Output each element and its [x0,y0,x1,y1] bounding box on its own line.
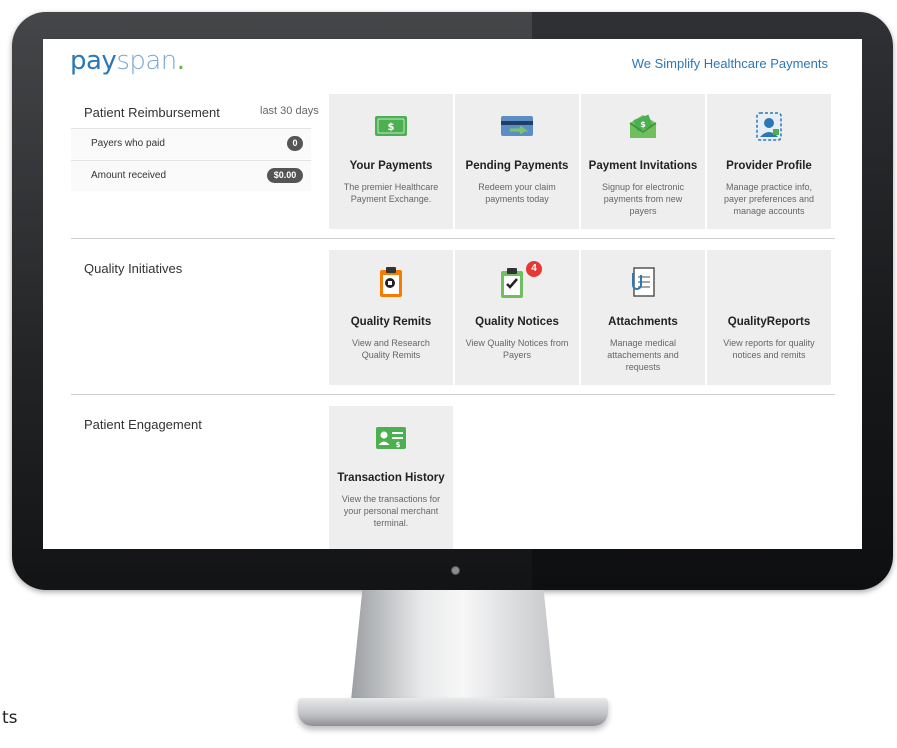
tile-pending-payments[interactable]: Pending Payments Redeem your claim payme… [455,94,579,229]
tagline: We Simplify Healthcare Payments [631,56,828,71]
tile-attachments[interactable]: Attachments Manage medical attachements … [581,250,705,385]
tile-desc: Manage practice info, payer preferences … [723,182,815,216]
money-envelope-icon: $ [581,110,705,142]
section-title-engagement: Patient Engagement [84,417,202,432]
app-header: payspan. We Simplify Healthcare Payments [43,39,862,89]
section-divider [71,238,835,239]
section-title-quality: Quality Initiatives [84,261,183,276]
money-icon: $ [329,110,453,142]
checklist-clipboard-icon [455,266,579,298]
credit-card-icon [455,110,579,142]
payspan-logo[interactable]: payspan. [70,46,185,76]
tile-desc: Manage medical attachements and requests [607,338,679,372]
logo-dot: . [176,46,185,76]
tile-title: Quality Notices [475,316,559,328]
provider-badge-icon [707,110,831,142]
tile-title: Transaction History [337,472,445,484]
metric-badge-amount: $0.00 [267,168,303,183]
tile-title: Attachments [608,316,678,328]
tile-desc: View reports for quality notices and rem… [723,338,815,360]
logo-pay: pay [70,46,117,76]
monitor-screen: payspan. We Simplify Healthcare Payments… [43,39,862,549]
notification-badge: 4 [526,261,542,277]
tile-desc: View and Research Quality Remits [352,338,430,360]
logo-span: span [116,46,177,76]
tile-desc: View the transactions for your personal … [341,494,441,528]
svg-text:$: $ [396,441,401,449]
svg-text:$: $ [388,122,395,133]
paperclip-document-icon [581,266,705,298]
report-icon [707,266,831,298]
section-divider [71,394,835,395]
tile-your-payments[interactable]: $ Your Payments The premier Healthcare P… [329,94,453,229]
metric-label: Amount received [91,170,167,181]
tile-desc: Signup for electronic payments from new … [601,182,685,216]
stray-caption: ts [2,708,18,728]
metric-row-payers: Payers who paid 0 [71,128,311,159]
tile-quality-reports[interactable]: QualityReports View reports for quality … [707,250,831,385]
tile-title: QualityReports [727,316,811,328]
tile-title: Quality Remits [350,316,432,328]
tile-quality-notices[interactable]: 4 Quality Notices View Quality Notices f… [455,250,579,385]
id-card-money-icon: $ [329,422,453,454]
tile-desc: Redeem your claim payments today [478,182,556,204]
tile-title: Your Payments [349,160,433,172]
tile-desc: The premier Healthcare Payment Exchange. [343,182,439,204]
tile-title: Pending Payments [465,160,569,172]
tile-transaction-history[interactable]: $ Transaction History View the transacti… [329,406,453,549]
tile-payment-invitations[interactable]: $ Payment Invitations Signup for electro… [581,94,705,229]
monitor-stand-base [298,698,608,726]
monitor-webcam [451,566,460,575]
tile-title: Provider Profile [726,160,812,172]
medical-clipboard-icon [329,266,453,298]
metrics-period: last 30 days [260,105,319,117]
tile-title: Payment Invitations [588,160,698,172]
tile-provider-profile[interactable]: Provider Profile Manage practice info, p… [707,94,831,229]
tile-desc: View Quality Notices from Payers [465,338,569,360]
section-title-reimbursement: Patient Reimbursement [84,105,220,120]
metric-row-amount: Amount received $0.00 [71,160,311,191]
metric-label: Payers who paid [91,138,165,149]
svg-text:$: $ [640,120,646,129]
tile-quality-remits[interactable]: Quality Remits View and Research Quality… [329,250,453,385]
monitor-stand-neck [350,590,556,710]
metric-badge-payers: 0 [287,136,303,151]
